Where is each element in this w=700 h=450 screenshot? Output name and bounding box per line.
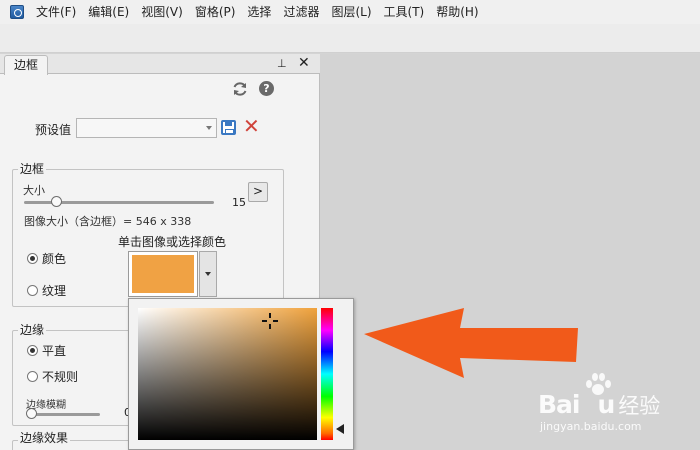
radio-irregular[interactable] xyxy=(27,371,38,382)
edge-option-irregular-label: 不规则 xyxy=(42,370,79,384)
menu-view[interactable]: 视图(V) xyxy=(135,0,189,24)
annotation-arrow xyxy=(364,308,578,378)
pin-icon[interactable]: ⊥ xyxy=(277,57,287,71)
feather-slider-track[interactable] xyxy=(28,413,100,416)
effect-group-legend: 边缘效果 xyxy=(18,431,71,445)
menu-file[interactable]: 文件(F) xyxy=(30,0,82,24)
hue-pointer-icon[interactable] xyxy=(336,424,344,435)
color-dropdown-button[interactable] xyxy=(199,251,217,297)
radio-straight[interactable] xyxy=(27,345,38,356)
preset-label: 预设值 xyxy=(35,123,72,137)
edge-group-legend: 边缘 xyxy=(18,323,47,337)
toolbar-area xyxy=(0,24,700,53)
radio-texture[interactable] xyxy=(27,285,38,296)
image-size-text: 图像大小（含边框）= 546 x 338 xyxy=(24,215,192,228)
delete-icon[interactable]: ✕ xyxy=(243,116,260,136)
watermark-url: jingyan.baidu.com xyxy=(540,420,642,433)
panel-tab-bar: 边框 ⊥ ✕ xyxy=(0,54,320,75)
close-icon[interactable]: ✕ xyxy=(298,55,310,71)
help-icon[interactable]: ? xyxy=(259,81,274,96)
fill-option-texture-label: 纹理 xyxy=(42,284,67,298)
watermark-logo-cn: 经验 xyxy=(618,394,661,418)
edge-option-irregular[interactable]: 不规则 xyxy=(27,368,78,385)
app-icon[interactable] xyxy=(10,5,24,19)
fill-option-texture[interactable]: 纹理 xyxy=(27,282,66,299)
watermark-logo-text-end: u xyxy=(597,390,616,419)
menu-select[interactable]: 选择 xyxy=(241,0,277,24)
edge-option-straight[interactable]: 平直 xyxy=(27,342,66,359)
color-picker-popup xyxy=(128,298,354,450)
radio-color[interactable] xyxy=(27,253,38,264)
menu-help[interactable]: 帮助(H) xyxy=(430,0,484,24)
watermark-logo: Bai u 经验 xyxy=(538,390,660,420)
menu-layer[interactable]: 图层(L) xyxy=(325,0,377,24)
expand-button[interactable]: > xyxy=(248,182,268,202)
saturation-value-area[interactable] xyxy=(138,308,317,440)
edge-option-straight-label: 平直 xyxy=(42,344,67,358)
menu-edit[interactable]: 编辑(E) xyxy=(82,0,135,24)
border-group-legend: 边框 xyxy=(18,162,47,176)
crosshair-icon xyxy=(262,313,278,329)
menubar: 文件(F) 编辑(E) 视图(V) 窗格(P) 选择 过滤器 图层(L) 工具(… xyxy=(0,0,700,24)
menu-filter[interactable]: 过滤器 xyxy=(277,0,325,24)
color-swatch-fill xyxy=(132,255,194,293)
size-label: 大小 xyxy=(23,184,45,197)
menu-pane[interactable]: 窗格(P) xyxy=(189,0,242,24)
watermark-logo-text: Bai xyxy=(538,390,580,419)
hue-slider[interactable] xyxy=(321,308,333,440)
size-value: 15 xyxy=(232,196,246,209)
save-icon[interactable] xyxy=(221,120,236,135)
chevron-down-icon xyxy=(205,272,211,276)
fill-option-color[interactable]: 颜色 xyxy=(27,250,66,267)
menu-tools[interactable]: 工具(T) xyxy=(378,0,431,24)
fill-option-color-label: 颜色 xyxy=(42,252,67,266)
tab-border[interactable]: 边框 xyxy=(4,55,48,75)
chevron-down-icon xyxy=(206,126,212,130)
color-hint: 单击图像或选择颜色 xyxy=(118,235,227,249)
baidu-watermark: Bai u 经验 jingyan.baidu.com xyxy=(538,370,698,436)
refresh-icon[interactable] xyxy=(232,81,248,97)
preset-select[interactable] xyxy=(76,118,217,138)
feather-slider-thumb[interactable] xyxy=(26,408,37,419)
color-swatch[interactable] xyxy=(128,251,198,297)
